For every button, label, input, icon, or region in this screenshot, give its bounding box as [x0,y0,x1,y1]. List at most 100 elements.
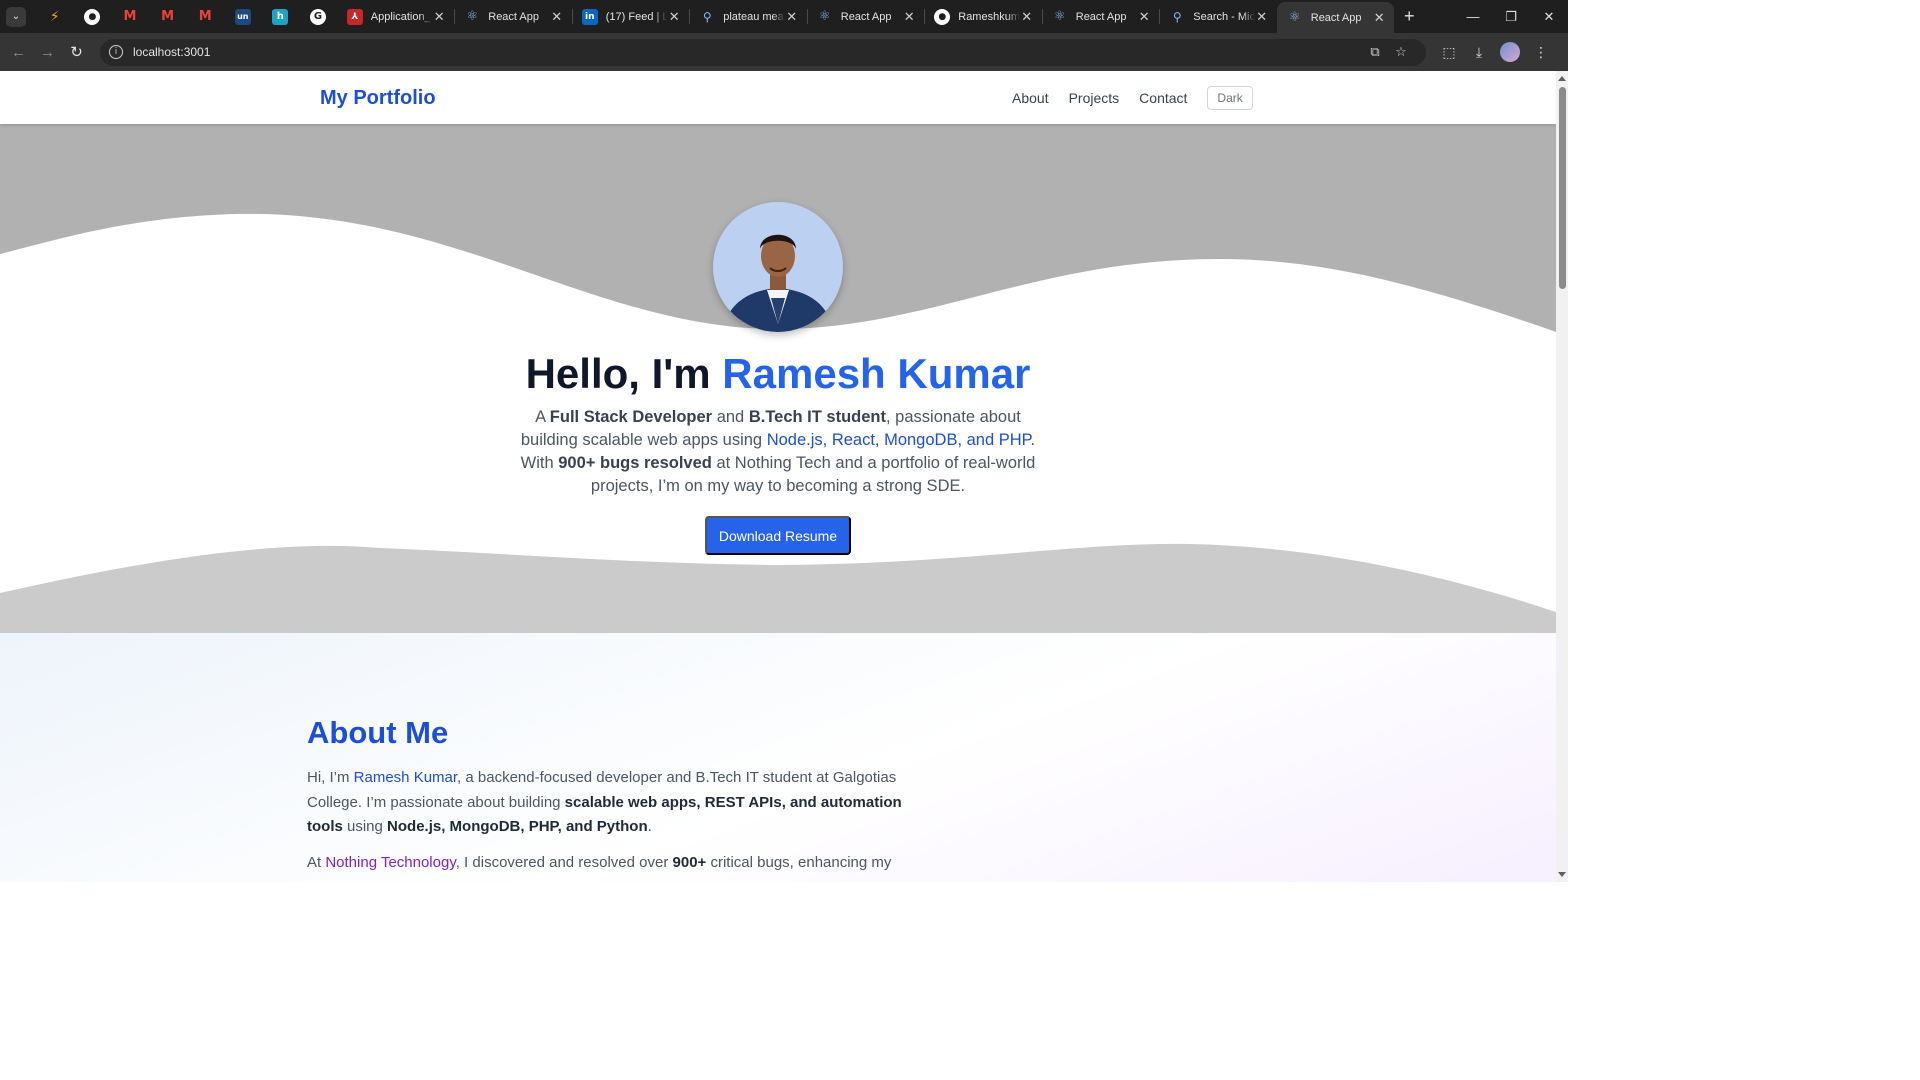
intro-tech-stack: Node.js, React, MongoDB, and PHP [766,431,1031,449]
react-icon: ⚛ [1288,10,1301,25]
download-resume-button[interactable]: Download Resume [705,516,851,555]
hackerrank-icon: h [272,8,289,25]
browser-tab[interactable]: ⚲ plateau mean ✕ [689,0,807,33]
bolt-icon: ⚡ [49,8,60,25]
minimize-icon[interactable]: — [1454,0,1492,33]
close-icon[interactable]: ✕ [1020,9,1034,25]
restore-icon[interactable]: ❐ [1492,0,1530,33]
pinned-tab[interactable]: G [299,0,337,33]
close-icon[interactable]: ✕ [1255,9,1269,25]
window-controls: — ❐ ✕ [1454,0,1568,33]
pinned-tab[interactable]: M [186,0,224,33]
profile-photo-image [713,202,843,332]
extensions-icon[interactable]: ⬚ [1434,44,1464,61]
hero-section: Hello, I'm Ramesh Kumar A Full Stack Dev… [0,124,1556,633]
new-tab-button[interactable]: + [1394,6,1424,27]
tab-search-button[interactable]: ⌄ [6,6,26,27]
tab-title: (17) Feed | Lin [605,10,668,23]
tab-list: ⅄ Application_f ✕ ⚛ React App ✕ in (17) Feed … [337,0,1395,33]
profile-avatar[interactable] [1500,42,1520,62]
hero-name: Ramesh Kumar [722,350,1031,397]
toolbar-actions: ⬚ ⤓ ⋮ [1434,42,1556,62]
close-icon[interactable]: ✕ [432,9,446,25]
pinned-tab[interactable]: ● [74,0,112,33]
nav-projects[interactable]: Projects [1069,90,1120,106]
forward-button[interactable]: → [33,38,62,67]
intro-text: and [712,408,749,426]
browser-tab[interactable]: ⚲ Search - Micr ✕ [1159,0,1277,33]
main-nav: About Projects Contact Dark [1012,86,1253,110]
brand-logo[interactable]: My Portfolio [320,87,436,110]
gmail-icon: M [123,9,137,24]
react-icon: ⚛ [818,9,831,24]
window-close-icon[interactable]: ✕ [1530,0,1568,33]
intro-degree: B.Tech IT student [748,408,887,426]
download-icon[interactable]: ⤓ [1464,44,1494,61]
gmail-icon: M [198,9,212,24]
arrow-left-icon: ← [11,43,26,61]
site-header: My Portfolio About Projects Contact Dark [0,71,1556,124]
about-paragraph: At Nothing Technology, I discovered and … [307,851,917,876]
intro-bugs-count: 900+ bugs resolved [558,454,712,472]
nav-contact[interactable]: Contact [1139,90,1187,106]
intro-role: Full Stack Developer [549,408,713,426]
pinned-tab[interactable]: h [262,0,300,33]
install-app-icon[interactable]: ⧉ [1362,44,1388,60]
scroll-up-icon[interactable] [1558,76,1566,81]
browser-tab[interactable]: ⅄ Application_f ✕ [337,0,455,33]
tab-title: Application_f [370,10,433,23]
about-company: Nothing Technology [325,854,456,871]
browser-tab[interactable]: ⚛ React App ✕ [454,0,572,33]
address-bar[interactable]: i localhost:3001 ⧉ ☆ [100,38,1426,66]
about-text: At [307,854,326,871]
browser-tab[interactable]: in (17) Feed | Lin✕ [571,0,690,33]
browser-tab[interactable]: ⚛ React App ✕ [806,0,925,33]
intro-text: A [535,408,550,426]
hero-heading: Hello, I'm Ramesh Kumar [0,350,1556,398]
page-scrollbar[interactable] [1556,71,1568,882]
browser-tab[interactable]: ⚛ React App ✕ [1041,0,1160,33]
reload-button[interactable]: ↻ [62,38,91,67]
about-text: using [342,818,388,835]
pinned-tab[interactable]: ⚡ [36,0,74,33]
pinned-tab[interactable]: un [224,0,262,33]
pinned-tab[interactable]: M [149,0,187,33]
linkedin-icon: in [581,8,598,25]
about-name: Ramesh Kumar [353,769,458,786]
github-icon: ● [934,8,951,25]
site-info-icon[interactable]: i [109,45,123,59]
profile-photo [713,202,843,332]
about-stack: Node.js, MongoDB, PHP, and Python [387,818,648,835]
plus-icon: + [1403,6,1415,26]
browser-tab-active[interactable]: ⚛ React App ✕ [1276,2,1395,33]
tab-title: React App [1075,10,1127,23]
menu-kebab-icon[interactable]: ⋮ [1526,44,1556,61]
browser-tab[interactable]: ● Rameshkuma ✕ [924,0,1042,33]
unstop-icon: un [234,8,251,25]
close-icon[interactable]: ✕ [785,9,799,25]
github-icon: ● [84,8,101,25]
scroll-down-icon[interactable] [1558,872,1566,877]
about-text: . [647,818,652,835]
nav-about[interactable]: About [1012,90,1049,106]
theme-toggle-button[interactable]: Dark [1207,86,1253,110]
scrollbar-thumb[interactable] [1559,87,1566,289]
close-icon[interactable]: ✕ [550,9,564,25]
search-icon: ⚲ [702,9,712,24]
bookmark-star-icon[interactable]: ☆ [1388,44,1414,60]
close-icon[interactable]: ✕ [1372,10,1386,26]
pinned-tab[interactable]: M [111,0,149,33]
pdf-icon: ⅄ [346,8,363,25]
about-text: , I discovered and resolved over [455,854,673,871]
grammarly-icon: G [309,8,326,25]
tab-title: Rameshkuma [958,10,1020,23]
react-icon: ⚛ [466,9,479,24]
close-icon[interactable]: ✕ [1137,9,1151,25]
back-button[interactable]: ← [4,38,33,67]
close-icon[interactable]: ✕ [667,9,681,25]
url-text[interactable]: localhost:3001 [133,45,1362,59]
close-icon[interactable]: ✕ [902,9,916,25]
pinned-tabs: ⚡ ● M M M un h G [36,0,337,33]
hero-intro: A Full Stack Developer and B.Tech IT stu… [505,406,1051,498]
tab-title: Search - Micr [1193,10,1255,23]
